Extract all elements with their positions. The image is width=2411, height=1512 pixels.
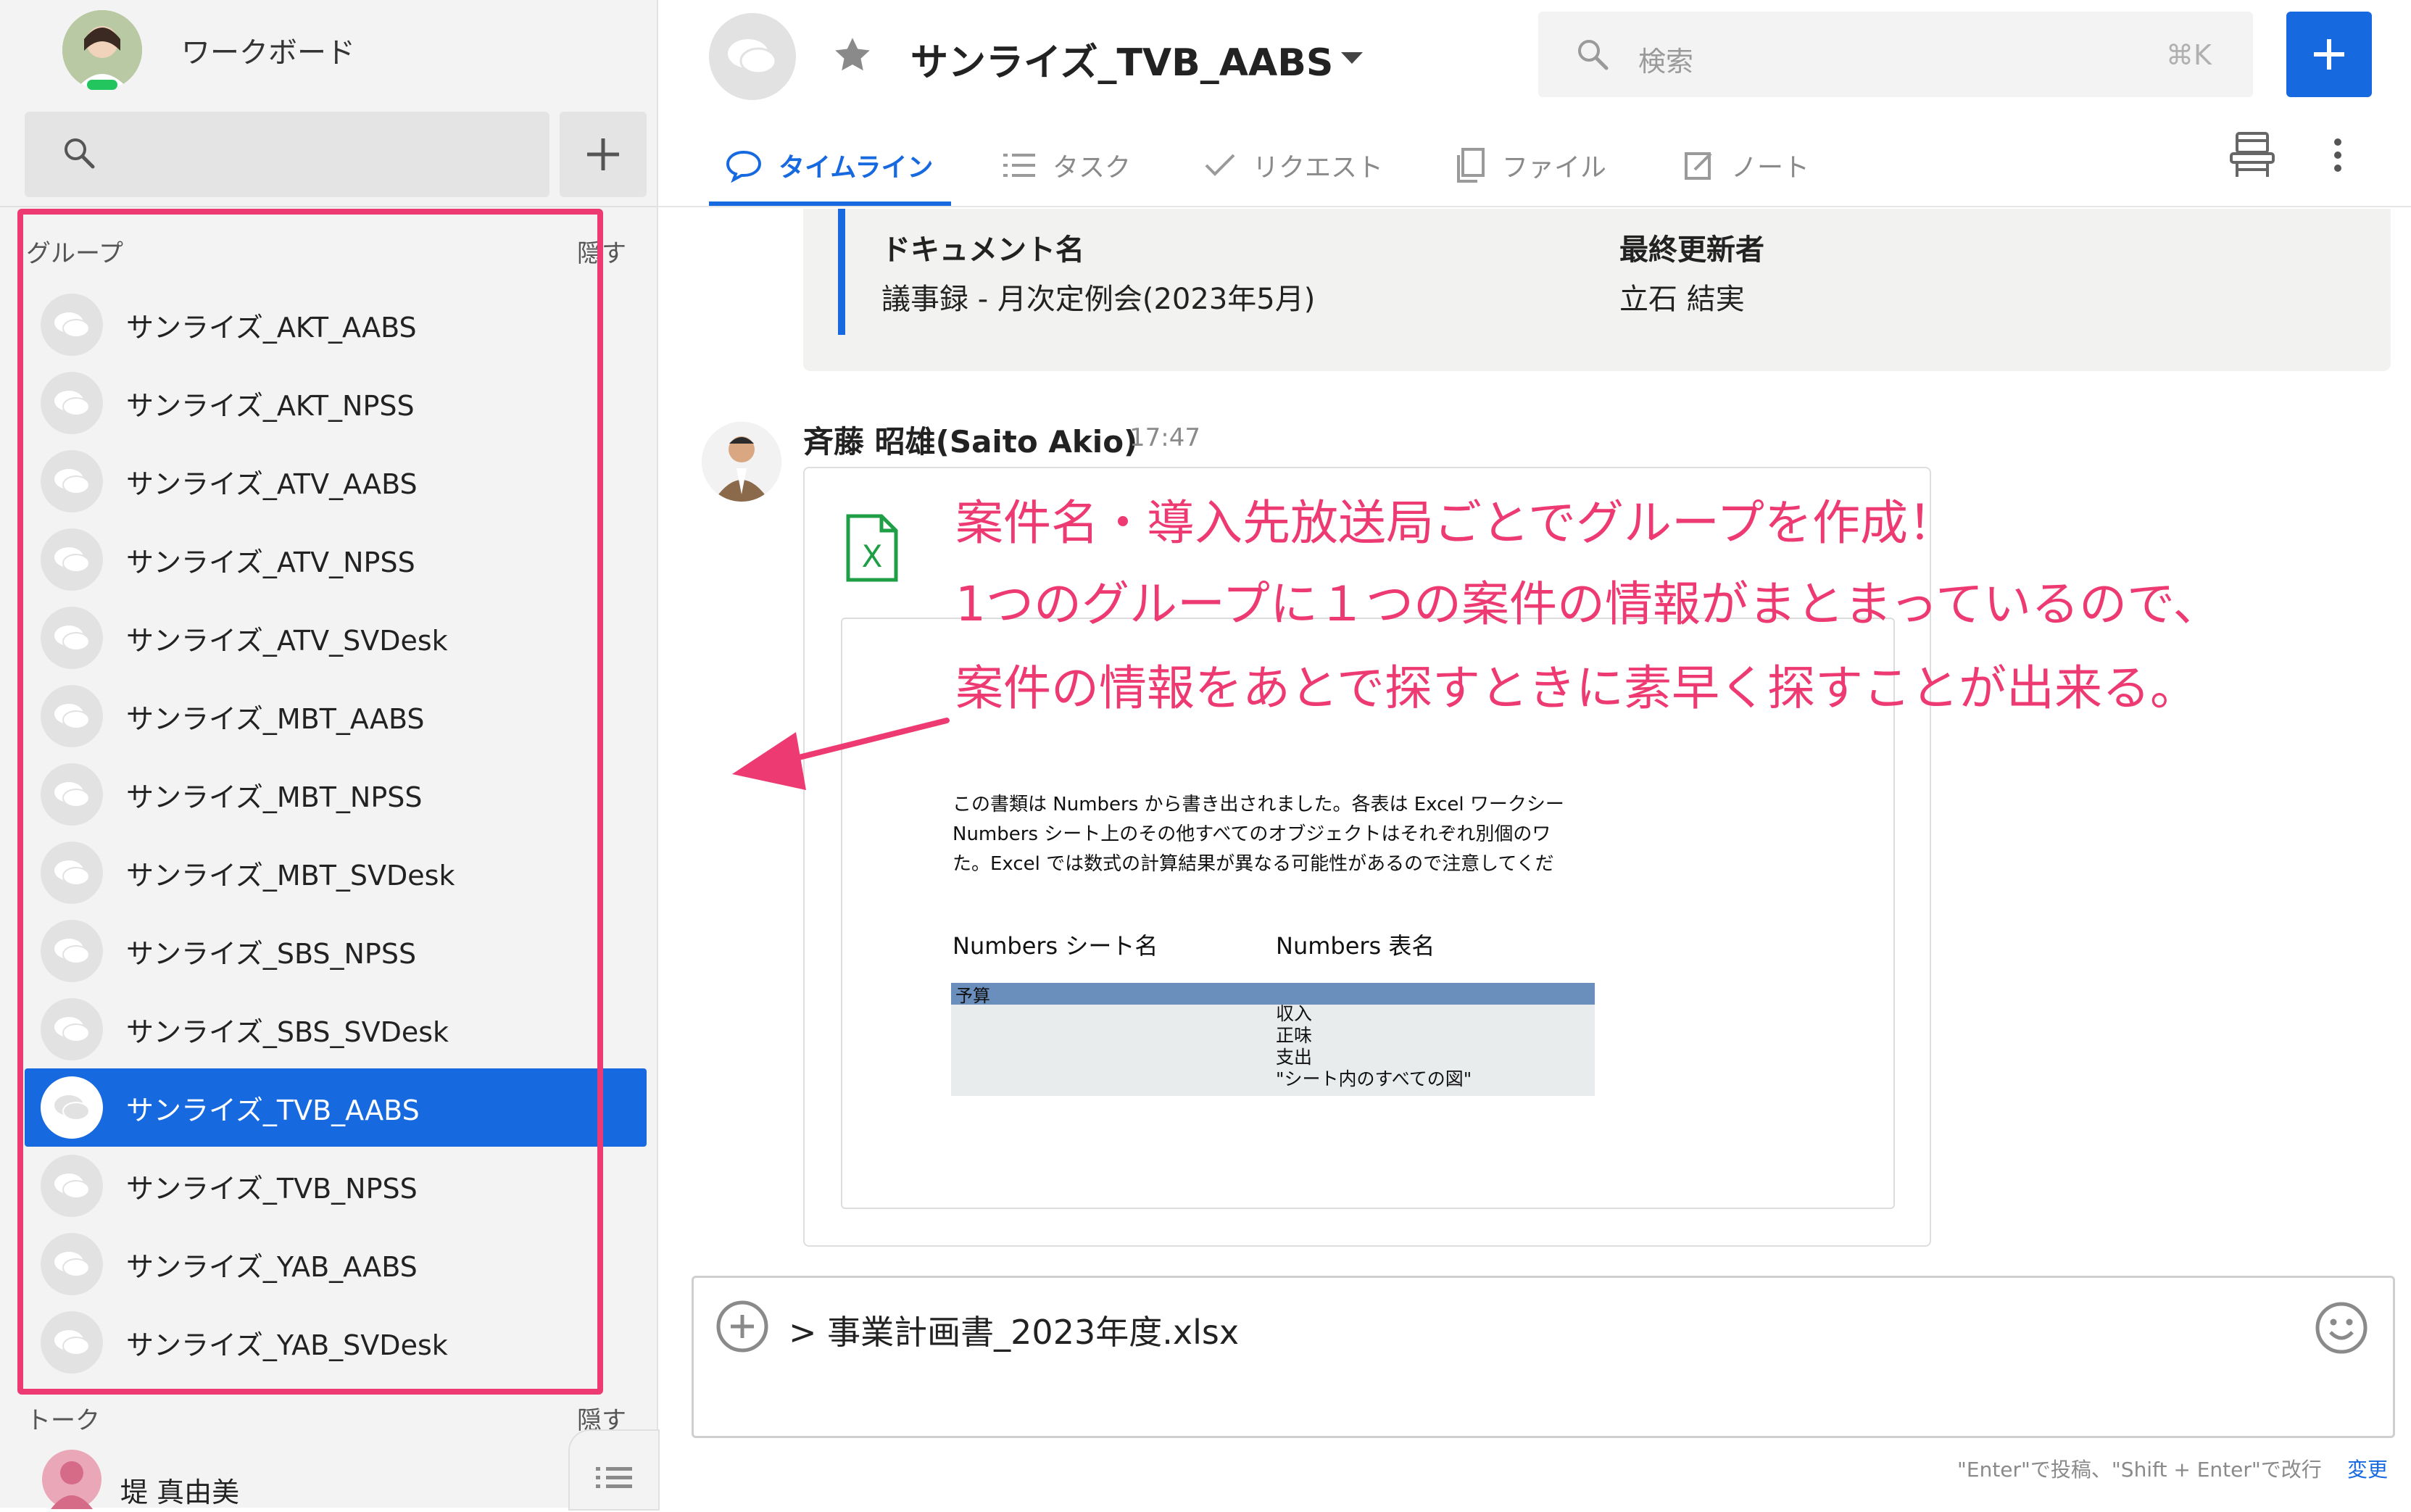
list-icon [596,1467,632,1488]
document-card-accent [838,209,845,335]
channel-avatar [709,13,796,100]
note-edit-icon [1685,152,1712,180]
preview-item: 支出 [1276,1047,1313,1068]
star-icon[interactable] [831,33,874,80]
divider [658,206,2411,207]
svg-text:X: X [862,539,883,574]
annotation-arrow [710,696,957,800]
plus-icon [2314,39,2344,70]
sidebar-search-input[interactable] [25,112,549,197]
preview-line: Numbers シート上のその他すべてのオブジェクトはそれぞれ別個のワ [953,823,1551,845]
preview-table-header-label: 予算 [955,986,990,1006]
tab-requests[interactable]: リクエスト [1203,136,1383,194]
annotation-text: 案件の情報をあとで探すときに素早く探すことが出来る。 [955,660,2199,716]
last-updater-value: 立石 結実 [1619,283,1745,316]
seat-icon[interactable] [2225,128,2279,184]
tab-files[interactable]: ファイル [1454,136,1606,194]
excel-file-icon: X [845,513,899,586]
annotation-text: 案件名・導入先放送局ごとでグループを作成！ [955,495,1956,551]
document-name-header: ドキュメント名 [881,233,1084,267]
online-status-indicator [87,80,117,90]
composer-input-text[interactable]: > 事業計画書_2023年度.xlsx [789,1306,1239,1354]
highlight-annotation-box [17,209,603,1395]
preview-item: "シート内のすべての図" [1276,1068,1472,1089]
add-attachment-icon[interactable] [715,1299,770,1357]
chat-bubble-icon [728,39,777,75]
more-vertical-icon[interactable] [2327,135,2349,181]
list-toggle-button[interactable] [568,1429,660,1511]
tab-tasks[interactable]: タスク [1002,136,1131,194]
composer-hint: "Enter"で投稿、"Shift + Enter"で改行 [1957,1458,2322,1482]
emoji-icon[interactable] [2314,1300,2369,1358]
tab-label: タスク [1053,153,1132,183]
new-item-button[interactable] [2286,12,2372,97]
tab-label: リクエスト [1253,153,1384,183]
divider [0,206,657,207]
annotation-text: 1つのグループに１つの案件の情報がまとまっているので、 [955,576,2221,632]
message-author[interactable]: 斉藤 昭雄(Saito Akio) [803,418,1137,462]
preview-column-header: Numbers シート名 [953,932,1158,960]
preview-item: 正味 [1276,1025,1313,1046]
talk-user-avatar [42,1450,101,1509]
search-icon [62,136,96,173]
tab-label: タイムライン [779,153,934,183]
plus-icon [587,138,619,170]
tab-timeline[interactable]: タイムライン [725,136,933,194]
tab-notes[interactable]: ノート [1683,136,1809,194]
message-timestamp: 17:47 [1129,423,1200,452]
document-name-value[interactable]: 議事録 - 月次定例会(2023年5月) [881,275,1315,317]
search-placeholder: 検索 [1638,46,1694,78]
preview-table-header [951,983,1595,1005]
workspace-name[interactable]: ワークボード [181,29,355,71]
preview-line: た。Excel では数式の計算結果が異なる可能性があるので注意してくだ [953,853,1554,875]
tab-label: ノート [1731,153,1810,183]
last-updater-header: 最終更新者 [1619,233,1764,267]
tab-label: ファイル [1502,153,1607,183]
search-icon [1576,38,1609,74]
chat-bubble-icon [726,150,762,183]
composer-change-link[interactable]: 変更 [2347,1454,2388,1483]
preview-table-items: 収入 正味 支出 "シート内のすべての図" [1276,1003,1472,1090]
preview-column-header: Numbers 表名 [1276,932,1435,960]
preview-item: 収入 [1276,1003,1313,1024]
talk-user-name[interactable]: 堤 真由美 [120,1470,239,1510]
preview-line: この書類は Numbers から書き出されました。各表は Excel ワークシー [953,794,1564,815]
search-shortcut-hint: ⌘K [2166,39,2212,71]
list-icon [1003,154,1035,177]
check-icon [1205,154,1235,176]
message-composer[interactable] [692,1276,2395,1438]
message-author-avatar[interactable] [702,422,781,502]
talk-section-title: トーク [26,1406,100,1435]
channel-title[interactable]: サンライズ_TVB_AABS [910,32,1333,86]
user-avatar[interactable] [62,10,142,90]
chevron-down-icon[interactable] [1340,51,1364,68]
file-copy-icon [1457,148,1485,183]
sidebar-add-button[interactable] [560,112,647,197]
file-preview-text: この書類は Numbers から書き出されました。各表は Excel ワークシー… [953,790,1605,879]
